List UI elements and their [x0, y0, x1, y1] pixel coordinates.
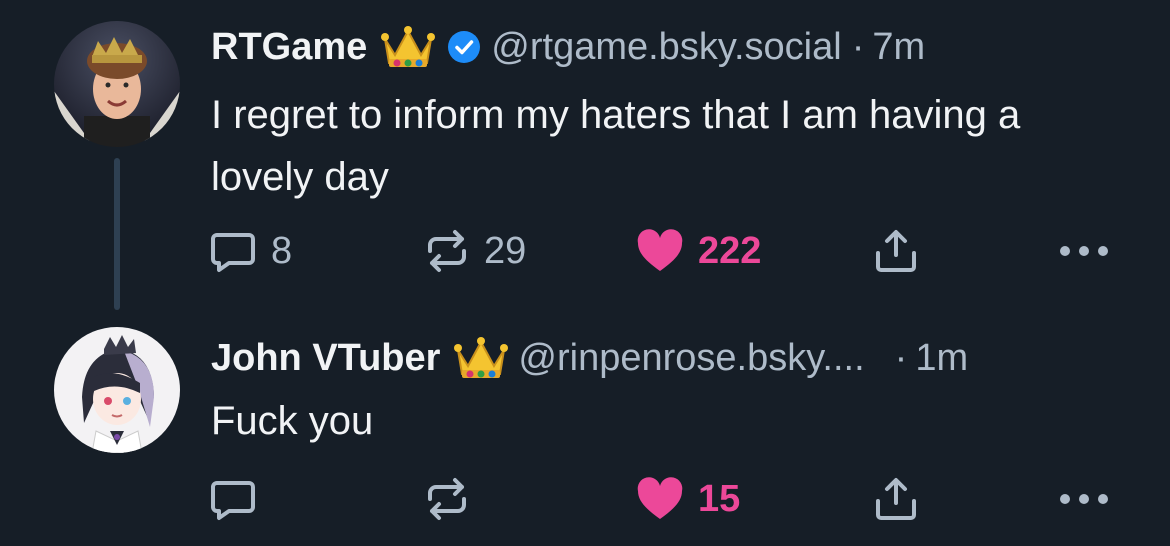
reply-button[interactable] — [209, 474, 271, 524]
heart-filled-icon — [637, 477, 683, 519]
author-handle[interactable]: @rtgame.bsky.social — [491, 26, 841, 69]
share-button[interactable] — [872, 226, 920, 276]
separator-dot: · — [851, 25, 865, 68]
share-button[interactable] — [872, 474, 920, 524]
reply-icon — [211, 233, 255, 272]
share-icon — [876, 230, 916, 272]
like-button[interactable]: 15 — [636, 474, 740, 524]
avatar-john-vtuber-image — [54, 327, 180, 453]
author-handle[interactable]: @rinpenrose.bsky.... — [518, 337, 864, 380]
post-text: Fuck you — [211, 399, 374, 443]
reply-icon — [211, 481, 255, 520]
heart-filled-icon — [637, 229, 683, 271]
post-header: RTGame @rtgame.bsky.social · 7m — [211, 22, 925, 72]
post-actions: 15 — [0, 474, 1170, 524]
share-icon — [876, 478, 916, 520]
ellipsis-icon — [1060, 494, 1108, 504]
repost-icon — [428, 230, 466, 272]
author-name[interactable]: RTGame — [211, 26, 367, 69]
more-options-button[interactable] — [1058, 226, 1110, 276]
repost-count: 29 — [484, 229, 527, 272]
avatar-rtgame-image — [54, 21, 180, 147]
post-john-vtuber[interactable]: John VTuber @rinpenrose.bsky.... · 1m Fu… — [0, 306, 1170, 546]
crown-icon — [381, 25, 436, 69]
post-time[interactable]: 1m — [915, 337, 968, 380]
avatar[interactable] — [54, 21, 180, 147]
post-time[interactable]: 7m — [872, 26, 925, 69]
post-text: I regret to inform my haters that I am h… — [211, 93, 1021, 199]
post-rtgame[interactable]: RTGame @rtgame.bsky.social · 7m I regret… — [0, 0, 1170, 310]
more-options-button[interactable] — [1058, 474, 1110, 524]
like-count: 15 — [698, 477, 741, 520]
like-button[interactable]: 222 — [636, 226, 761, 276]
crown-icon — [454, 336, 509, 380]
reply-button[interactable]: 8 — [209, 226, 292, 276]
post-actions: 8 29 222 — [0, 226, 1170, 276]
repost-button[interactable] — [424, 474, 484, 524]
author-name[interactable]: John VTuber — [211, 337, 440, 380]
like-count: 222 — [698, 229, 762, 272]
reply-count: 8 — [271, 229, 293, 272]
repost-button[interactable]: 29 — [424, 226, 526, 276]
repost-icon — [428, 478, 466, 520]
post-header: John VTuber @rinpenrose.bsky.... · 1m — [211, 333, 968, 383]
avatar[interactable] — [54, 327, 180, 453]
separator-dot: · — [894, 336, 908, 379]
ellipsis-icon — [1060, 246, 1108, 256]
verified-badge-icon — [447, 30, 481, 64]
